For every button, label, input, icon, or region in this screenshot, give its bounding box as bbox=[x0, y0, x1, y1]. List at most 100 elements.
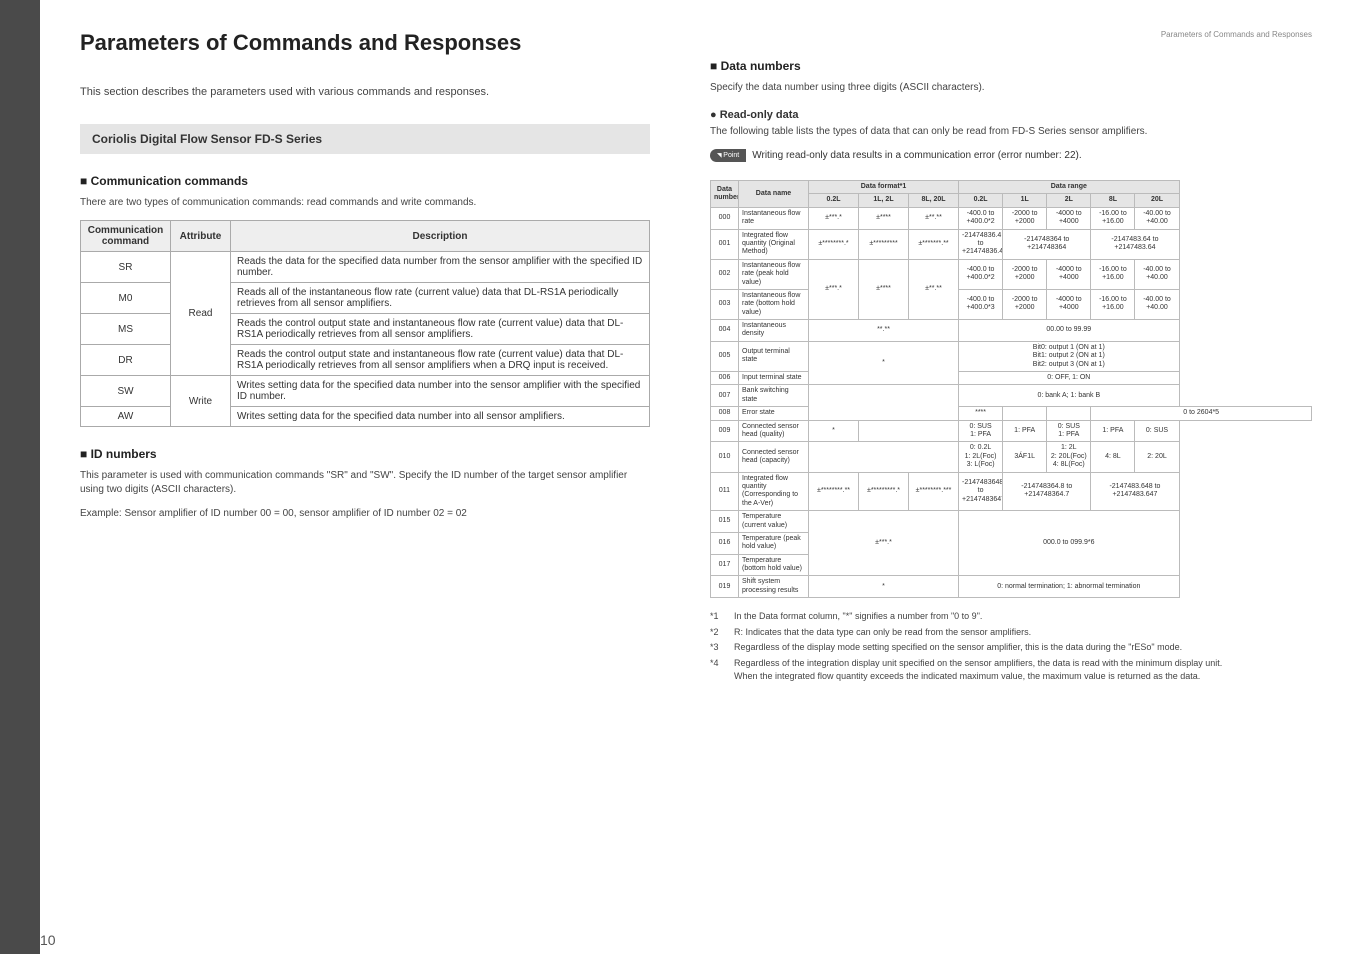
point-text: Writing read-only data results in a comm… bbox=[752, 150, 1081, 161]
point-callout: Point Writing read-only data results in … bbox=[710, 149, 1312, 162]
cell-range: 0: OFF, 1: ON bbox=[959, 372, 1180, 385]
cell-fmt: ±********.** bbox=[809, 472, 859, 511]
cell-range: -4000 to +4000 bbox=[1047, 207, 1091, 229]
cell-num: 003 bbox=[711, 289, 739, 319]
cell-name: Instantaneous density bbox=[739, 320, 809, 342]
footnote-key: *3 bbox=[710, 641, 734, 655]
readonly-heading: Read-only data bbox=[710, 109, 1312, 121]
cell-range: -2147483.64 to +2147483.64 bbox=[1091, 229, 1179, 259]
cell-fmt: ±***.* bbox=[809, 511, 959, 576]
cell-range: -16.00 to +16.00 bbox=[1091, 207, 1135, 229]
cell-range: 0: SUS 1: PFA bbox=[1047, 420, 1091, 442]
cell-range: -214748364 to +214748364 bbox=[1003, 229, 1091, 259]
cell-range: 3ÁF1L bbox=[1003, 442, 1047, 472]
th-rng-1: 1L bbox=[1003, 194, 1047, 207]
cell-name: Output terminal state bbox=[739, 341, 809, 371]
cell-desc: Reads the control output state and insta… bbox=[231, 345, 650, 376]
cell-desc: Writes setting data for the specified da… bbox=[231, 376, 650, 407]
cell-cmd: SW bbox=[81, 376, 171, 407]
id-numbers-heading: ID numbers bbox=[80, 447, 650, 461]
col-description: Description bbox=[231, 221, 650, 252]
content: Parameters of Commands and Responses Thi… bbox=[40, 0, 1352, 954]
cell-range: -400.0 to +400.0*2 bbox=[959, 259, 1003, 289]
cell-fmt: * bbox=[809, 341, 959, 385]
cell-num: 016 bbox=[711, 532, 739, 554]
cell-range: -2000 to +2000 bbox=[1003, 207, 1047, 229]
cell-num: 019 bbox=[711, 576, 739, 598]
series-heading: Coriolis Digital Flow Sensor FD-S Series bbox=[80, 124, 650, 154]
cell-range: 0 to 2604*5 bbox=[1091, 407, 1312, 420]
footnote-row: *4Regardless of the integration display … bbox=[710, 657, 1312, 684]
cell-num: 010 bbox=[711, 442, 739, 472]
footnote-text: Regardless of the integration display un… bbox=[734, 657, 1222, 684]
cell-range: -21474836.4 to +21474836.4*3 bbox=[959, 229, 1003, 259]
cell-range: 0: 0.2L 1: 2L(Foc) 3: L(Foc) bbox=[959, 442, 1003, 472]
th-fmt-1: 1L, 2L bbox=[859, 194, 909, 207]
footnote-key: *4 bbox=[710, 657, 734, 684]
left-column: Parameters of Commands and Responses Thi… bbox=[40, 30, 680, 944]
cell-name: Temperature (peak hold value) bbox=[739, 532, 809, 554]
th-rng-2: 2L bbox=[1047, 194, 1091, 207]
cell-attr: Write bbox=[171, 376, 231, 427]
cell-num: 017 bbox=[711, 554, 739, 576]
cell-name: Input terminal state bbox=[739, 372, 809, 385]
footnote-row: *2R: Indicates that the data type can on… bbox=[710, 626, 1312, 640]
cell-range: -2147483.648 to +2147483.647 bbox=[1091, 472, 1179, 511]
cell-range: 2: 20L bbox=[1135, 442, 1179, 472]
footnotes: *1In the Data format column, "*" signifi… bbox=[710, 610, 1312, 684]
cell-desc: Reads the data for the specified data nu… bbox=[231, 252, 650, 283]
header-label: Parameters of Commands and Responses bbox=[710, 30, 1312, 39]
cell-name: Integrated flow quantity (Corresponding … bbox=[739, 472, 809, 511]
cell-cmd: M0 bbox=[81, 283, 171, 314]
cell-range: 0: SUS 1: PFA bbox=[959, 420, 1003, 442]
cell-num: 008 bbox=[711, 407, 739, 420]
cell-name: Instantaneous flow rate (bottom hold val… bbox=[739, 289, 809, 319]
cell-num: 015 bbox=[711, 511, 739, 533]
cell-range: Bit0: output 1 (ON at 1) Bit1: output 2 … bbox=[959, 341, 1180, 371]
page-title: Parameters of Commands and Responses bbox=[80, 30, 650, 56]
cell-num: 007 bbox=[711, 385, 739, 407]
cell-name: Shift system processing results bbox=[739, 576, 809, 598]
cell-range: -2000 to +2000 bbox=[1003, 259, 1047, 289]
cell-num: 011 bbox=[711, 472, 739, 511]
th-rng-3: 8L bbox=[1091, 194, 1135, 207]
cell-cmd: MS bbox=[81, 314, 171, 345]
cell-attr: Read bbox=[171, 252, 231, 376]
cell-range: -16.00 to +16.00 bbox=[1091, 289, 1135, 319]
cell-range: 0: bank A; 1: bank B bbox=[959, 385, 1180, 407]
th-format: Data format*1 bbox=[809, 181, 959, 194]
readonly-intro: The following table lists the types of d… bbox=[710, 125, 1312, 139]
cell-fmt: **.** bbox=[809, 320, 959, 342]
col-command: Communication command bbox=[81, 221, 171, 252]
cell-fmt: ±***.* bbox=[809, 259, 859, 319]
id-text-2: Example: Sensor amplifier of ID number 0… bbox=[80, 507, 650, 521]
cell-name: Integrated flow quantity (Original Metho… bbox=[739, 229, 809, 259]
cell-name: Error state bbox=[739, 407, 809, 420]
cell-range: -40.00 to +40.00 bbox=[1135, 259, 1179, 289]
page-number: 10 bbox=[40, 932, 56, 948]
cell-range: 1: 2L 2: 20L(Foc) 4: 8L(Foc) bbox=[1047, 442, 1091, 472]
right-column: Parameters of Commands and Responses Dat… bbox=[680, 30, 1312, 944]
footnote-key: *1 bbox=[710, 610, 734, 624]
cell-fmt bbox=[809, 385, 959, 420]
point-tag: Point bbox=[710, 149, 746, 162]
cell-range: -40.00 to +40.00 bbox=[1135, 207, 1179, 229]
cell-fmt: * bbox=[809, 420, 859, 442]
comm-intro: There are two types of communication com… bbox=[80, 196, 650, 210]
cell-name: Instantaneous flow rate bbox=[739, 207, 809, 229]
data-tbody: 000Instantaneous flow rate±***.*±****±**… bbox=[711, 207, 1312, 597]
th-fmt-2: 8L, 20L bbox=[909, 194, 959, 207]
cell-range: -4000 to +4000 bbox=[1047, 289, 1091, 319]
cell-range: 4: 8L bbox=[1091, 442, 1135, 472]
cell-range: -2147483648 to +2147483647 bbox=[959, 472, 1003, 511]
cell-fmt: ±********.*** bbox=[909, 472, 959, 511]
cell-num: 001 bbox=[711, 229, 739, 259]
footnote-text: R: Indicates that the data type can only… bbox=[734, 626, 1031, 640]
cell-range: -2000 to +2000 bbox=[1003, 289, 1047, 319]
th-rng-4: 20L bbox=[1135, 194, 1179, 207]
cell-cmd: DR bbox=[81, 345, 171, 376]
footnote-text: Regardless of the display mode setting s… bbox=[734, 641, 1182, 655]
footnote-row: *1In the Data format column, "*" signifi… bbox=[710, 610, 1312, 624]
cell-name: Temperature (bottom hold value) bbox=[739, 554, 809, 576]
cell-fmt bbox=[1003, 407, 1047, 420]
